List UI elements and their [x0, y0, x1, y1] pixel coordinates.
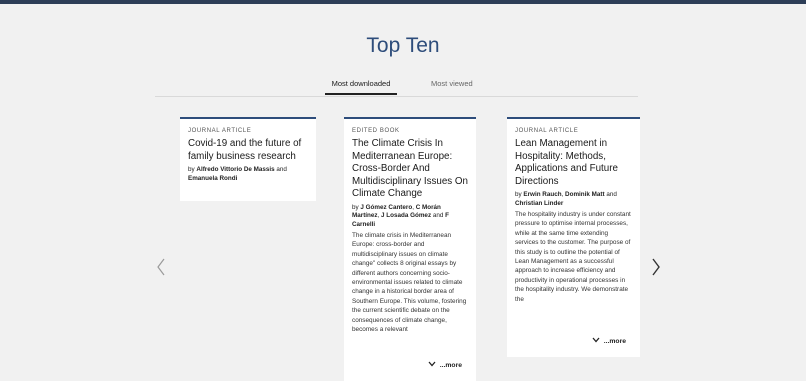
article-type: Journal Article [188, 128, 252, 134]
and-label: and [606, 191, 617, 198]
article-title[interactable]: Lean Management in Hospitality: Methods,… [515, 138, 632, 188]
more-label: ...more [439, 362, 462, 369]
article-card[interactable]: Journal Article Lean Management in Hospi… [507, 117, 640, 357]
article-title[interactable]: The Climate Crisis In Mediterranean Euro… [352, 138, 468, 201]
author-link[interactable]: Emanuela Rondi [188, 175, 237, 182]
author-link[interactable]: Dominik Matt [565, 191, 605, 198]
author-link[interactable]: J Gómez Cantero [360, 204, 412, 211]
article-authors: by J Gómez Cantero, C Morán Martínez, J … [352, 203, 449, 228]
more-label: ...more [603, 338, 626, 345]
article-type: Journal Article [515, 128, 579, 134]
abstract-fade [344, 337, 476, 381]
and-label: and [432, 212, 444, 219]
chevron-down-icon [428, 361, 436, 367]
chevron-down-icon [592, 337, 600, 343]
by-label: by [188, 166, 195, 173]
top-bar [0, 0, 806, 4]
article-abstract: The hospitality industry is under consta… [515, 211, 631, 303]
author-link[interactable]: Christian Linder [515, 200, 563, 207]
tab-most-viewed[interactable]: Most viewed [431, 79, 473, 88]
author-link[interactable]: J Losada Gómez [381, 212, 431, 219]
author-link[interactable]: Erwin Rauch [523, 191, 561, 198]
chevron-right-icon [652, 258, 660, 276]
article-authors: by Erwin Rauch, Dominik Matt and Christi… [515, 191, 617, 207]
author-link[interactable]: Alfredo Vittorio De Massis [196, 166, 274, 173]
article-authors: by Alfredo Vittorio De Massis and Emanue… [188, 166, 308, 183]
tab-most-downloaded[interactable]: Most downloaded [325, 79, 397, 95]
next-button[interactable] [651, 258, 661, 281]
article-card[interactable]: Journal Article Covid-19 and the future … [180, 117, 316, 201]
more-button[interactable]: ...more [592, 337, 626, 345]
tab-bar: Most downloaded Most viewed [155, 76, 638, 97]
article-type: Edited Book [352, 128, 400, 134]
and-label: and [276, 166, 287, 173]
by-label: by [515, 191, 522, 198]
abstract-fade [507, 313, 640, 357]
article-title[interactable]: Covid-19 and the future of family busine… [188, 138, 308, 163]
section-title: Top Ten [366, 34, 440, 57]
chevron-left-icon [157, 258, 165, 276]
previous-button[interactable] [156, 258, 166, 281]
article-abstract: The climate crisis in Mediterranean Euro… [352, 232, 467, 334]
article-card[interactable]: Edited Book The Climate Crisis In Medite… [344, 117, 476, 381]
more-button[interactable]: ...more [428, 361, 462, 369]
by-label: by [352, 203, 359, 211]
